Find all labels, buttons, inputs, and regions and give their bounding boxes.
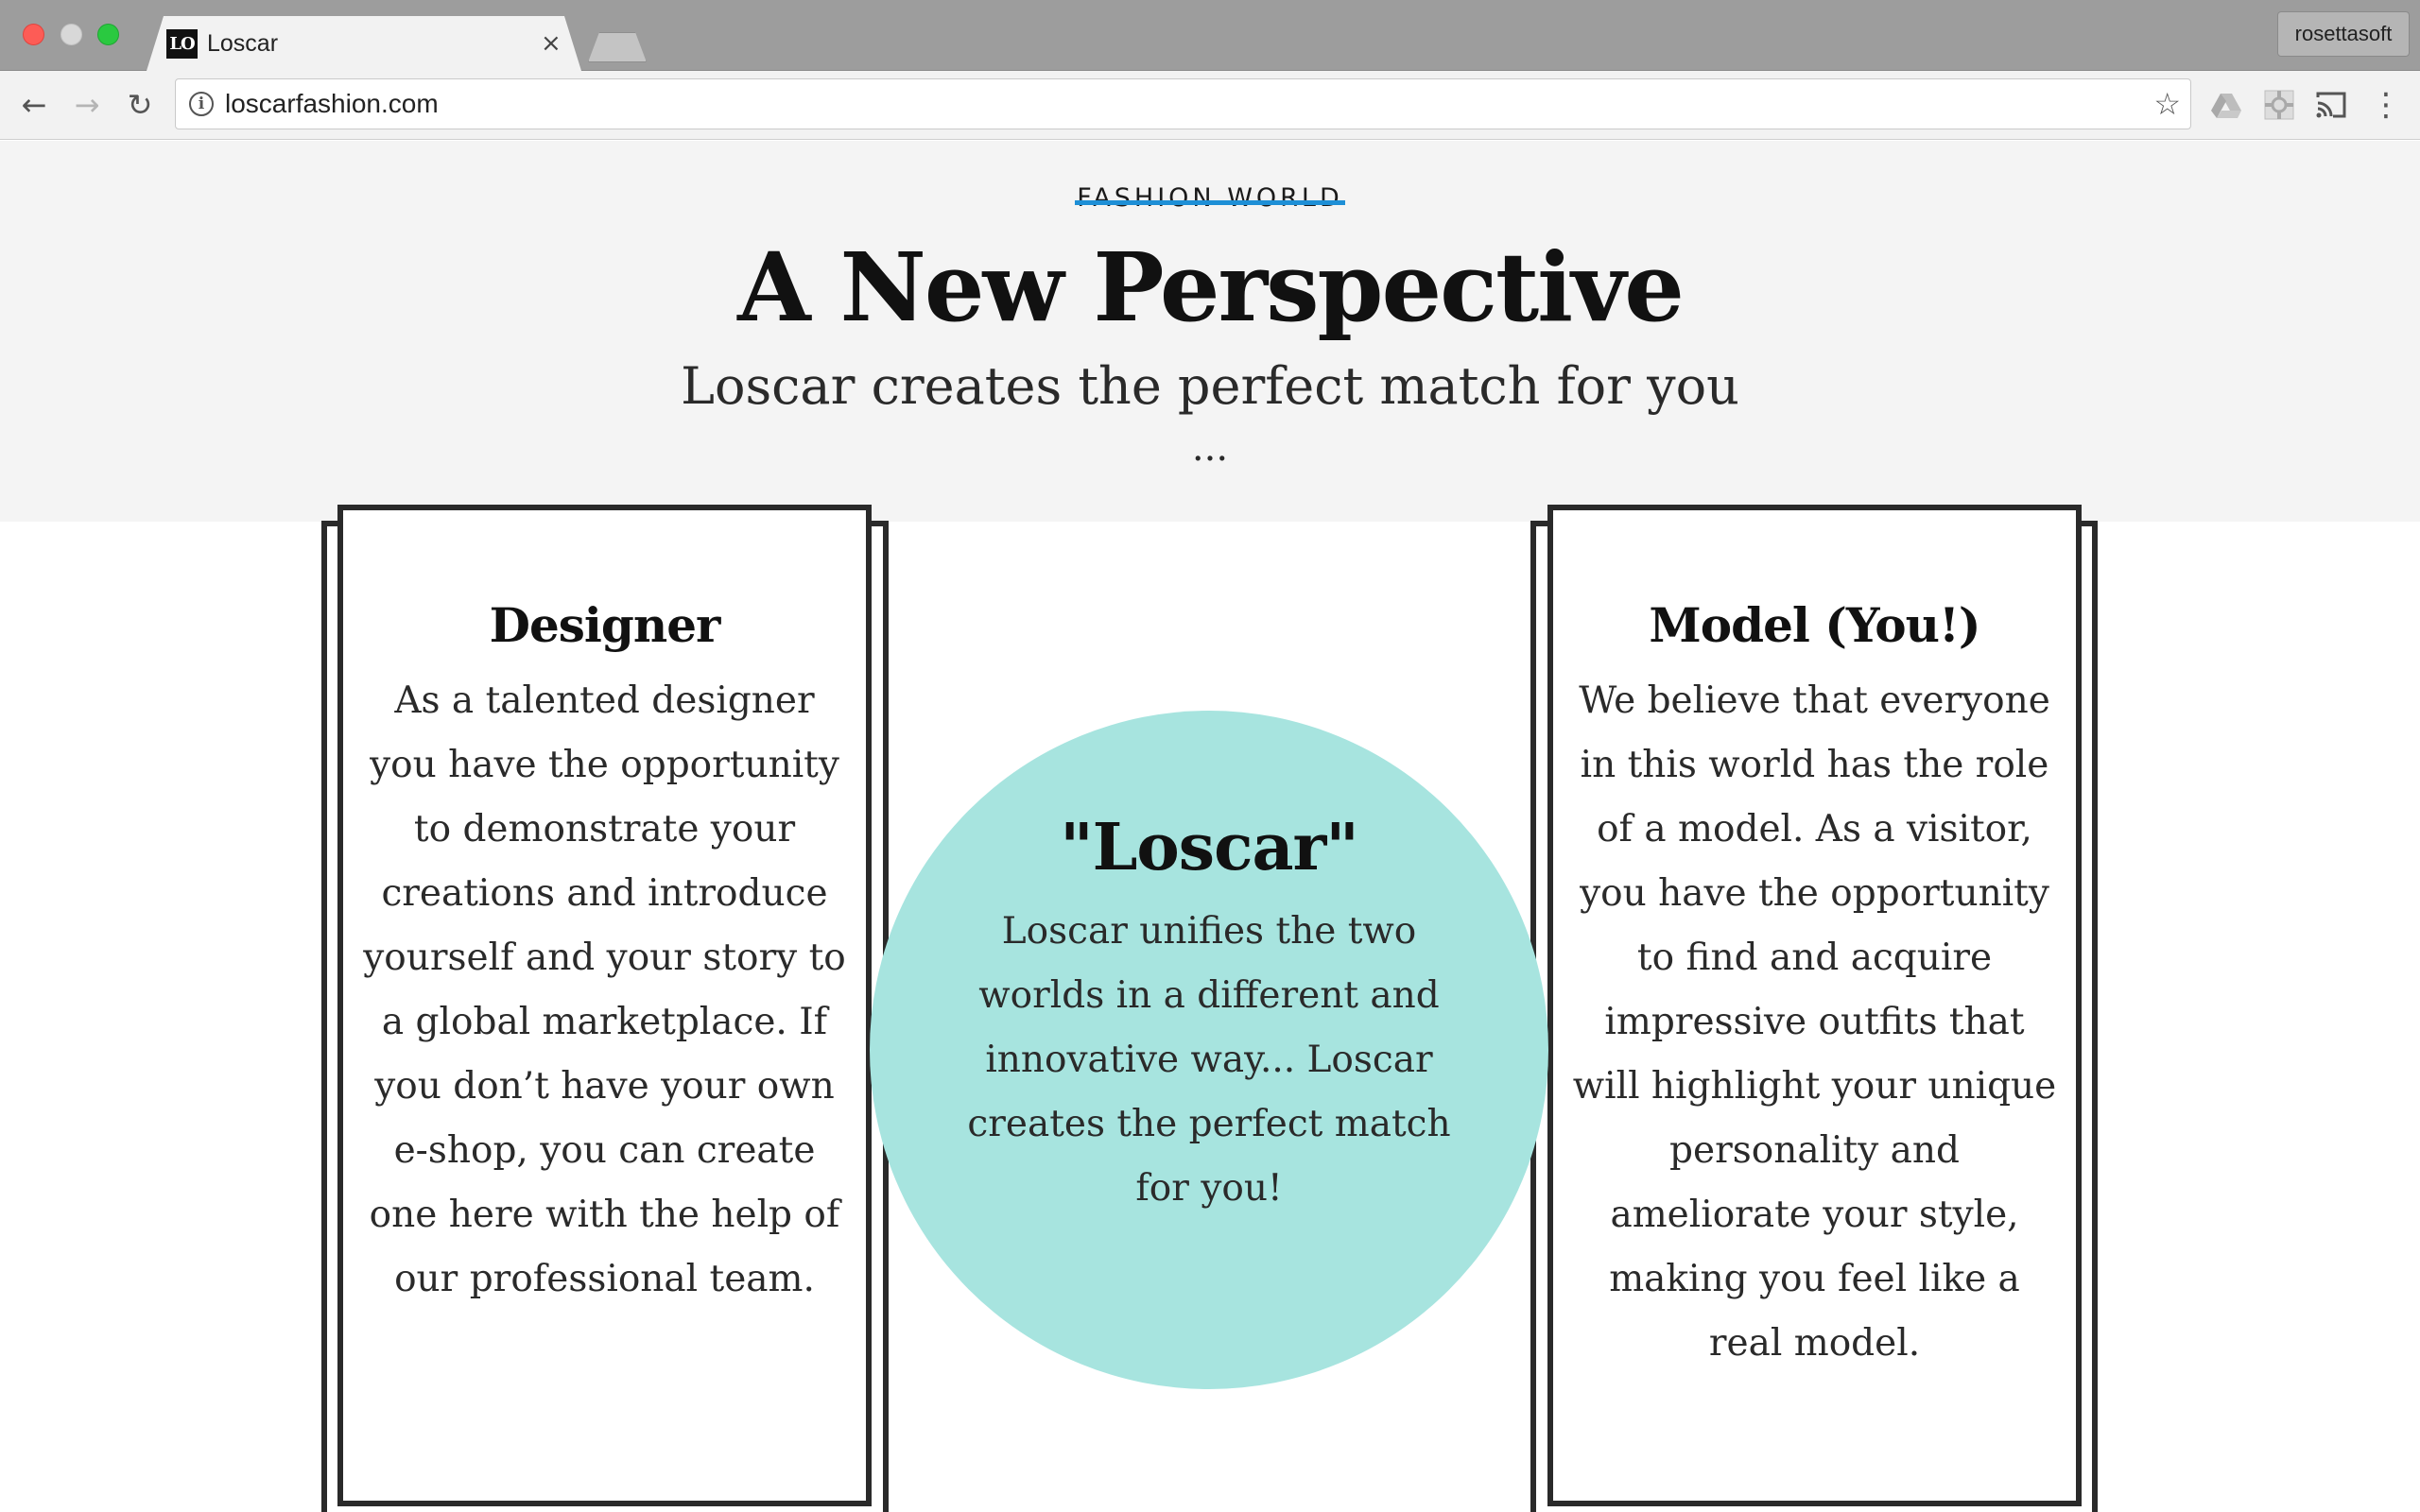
page-subheadline: Loscar creates the perfect match for you [681,356,1739,416]
loscar-circle-title: "Loscar" [1060,810,1359,885]
designer-card: Designer As a talented designer you have… [337,505,872,1506]
cast-icon[interactable] [2314,88,2348,122]
model-card-text: We believe that everyone in this world h… [1572,679,2057,1365]
url-text[interactable]: loscarfashion.com [225,79,439,129]
reload-icon[interactable]: ↻ [119,71,161,140]
page-headline: A New Perspective [737,232,1685,343]
hero-ellipsis: ... [1191,426,1229,470]
browser-toolbar: ← → ↻ i loscarfashion.com ☆ ⋮ [0,71,2420,140]
bookmark-star-icon[interactable]: ☆ [2153,79,2181,129]
extension-puzzle-icon[interactable] [2262,88,2296,122]
profile-button[interactable]: rosettasoft [2277,11,2410,57]
browser-menu-icon[interactable]: ⋮ [2369,88,2403,122]
tab-close-icon[interactable]: × [541,26,562,60]
google-drive-icon[interactable] [2209,88,2243,122]
loscar-circle: "Loscar" Loscar unifies the two worlds i… [870,711,1548,1389]
model-card: Model (You!) We believe that everyone in… [1547,505,2082,1506]
designer-card-title: Designer [489,597,721,653]
site-favicon-icon: LO [166,29,198,59]
eyebrow: FASHION WORLD [0,180,2420,217]
loscar-circle-text: Loscar unifies the two worlds in a diffe… [967,910,1451,1210]
designer-card-text: As a talented designer you have the oppo… [363,679,846,1300]
eyebrow-text: FASHION WORLD [1077,183,1343,213]
model-card-title: Model (You!) [1649,597,1980,653]
minimize-window-button[interactable] [60,24,82,45]
forward-arrow-icon[interactable]: → [66,71,108,140]
tab-title[interactable]: Loscar [207,26,278,60]
eyebrow-label: FASHION WORLD [1075,180,1345,217]
site-info-icon[interactable]: i [189,92,214,116]
close-window-button[interactable] [23,24,44,45]
browser-tab-bar: LO Loscar × rosettasoft [0,0,2420,71]
eyebrow-strike-line [1075,200,1345,205]
new-tab-button[interactable] [588,32,647,62]
address-bar[interactable]: i loscarfashion.com ☆ [175,78,2191,129]
hero-section: FASHION WORLD A New Perspective Loscar c… [0,141,2420,522]
back-arrow-icon[interactable]: ← [13,71,55,140]
maximize-window-button[interactable] [97,24,119,45]
